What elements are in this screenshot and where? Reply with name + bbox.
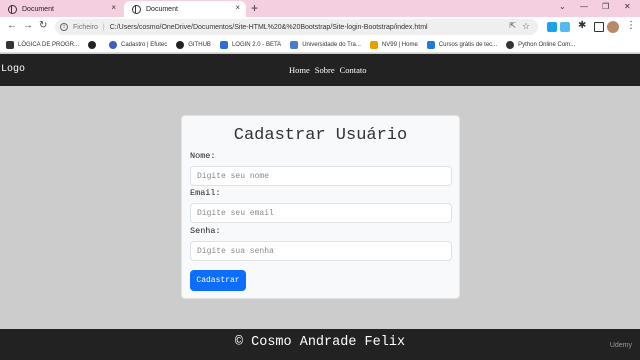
new-tab-button[interactable]: + xyxy=(251,1,258,15)
github-icon xyxy=(176,40,185,49)
close-tab-icon[interactable]: × xyxy=(111,3,116,12)
nav-link-sobre[interactable]: Sobre xyxy=(315,65,335,75)
bookmark-label: Cadastro | Efutec xyxy=(121,41,168,48)
password-input[interactable] xyxy=(190,241,452,261)
bookmark-label: NV99 | Home xyxy=(381,41,418,48)
reload-icon[interactable]: ↻ xyxy=(39,20,47,31)
site-footer: © Cosmo Andrade Felix Udemy xyxy=(0,329,640,360)
address-bar[interactable]: i Ficheiro | C:/Users/cosmo/OneDrive/Doc… xyxy=(55,19,538,35)
extension-tile-icon[interactable] xyxy=(560,22,570,32)
bookmark-item[interactable] xyxy=(88,40,100,49)
github-globe-icon xyxy=(88,40,97,49)
blue-circle-icon xyxy=(109,40,118,49)
bookmark-item[interactable]: Universidade do Tra... xyxy=(290,40,361,49)
close-tab-icon[interactable]: × xyxy=(235,3,240,12)
nav-link-home[interactable]: Home xyxy=(289,65,310,75)
leaf-icon xyxy=(426,40,435,49)
browser-toolbar: ← → ↻ i Ficheiro | C:/Users/cosmo/OneDri… xyxy=(0,17,640,37)
browser-tab-1[interactable]: Document × xyxy=(0,1,122,17)
bookmark-item[interactable]: Python Online Com... xyxy=(506,40,576,49)
bookmark-label: Python Online Com... xyxy=(518,41,576,48)
university-icon xyxy=(290,40,299,49)
scheme-label: Ficheiro xyxy=(73,23,98,31)
forward-arrow-icon[interactable]: → xyxy=(23,20,33,31)
udemy-watermark: Udemy xyxy=(609,342,632,349)
form-title: Cadastrar Usuário xyxy=(233,126,408,145)
grid-icon xyxy=(219,40,228,49)
python-icon xyxy=(506,40,515,49)
tab-title: Document xyxy=(146,5,178,13)
bookmark-star-icon[interactable]: ☆ xyxy=(522,21,530,32)
site-navbar: Logo Home Sobre Contato xyxy=(0,54,640,86)
tab-title: Document xyxy=(22,5,54,13)
dark-square-icon xyxy=(6,40,14,49)
email-label: Email: xyxy=(190,188,221,198)
register-button[interactable]: Cadastrar xyxy=(190,270,246,291)
bookmark-label: GITHUB xyxy=(188,41,211,48)
password-label: Senha: xyxy=(190,226,221,236)
bookmark-label: LÓGICA DE PROGR... xyxy=(18,41,80,48)
bookmark-label: LOGIN 2.0 - BETA xyxy=(231,41,282,48)
globe-icon xyxy=(132,4,141,14)
globe-icon xyxy=(8,4,17,14)
back-arrow-icon[interactable]: ← xyxy=(7,20,17,31)
extension-s-icon[interactable] xyxy=(547,22,557,32)
restore-window-icon[interactable]: ❐ xyxy=(602,2,609,11)
close-window-icon[interactable]: ✕ xyxy=(624,2,631,11)
bookmark-label: Universidade do Tra... xyxy=(302,41,361,48)
site-nav-links: Home Sobre Contato xyxy=(289,65,367,75)
bookmark-item[interactable]: GITHUB xyxy=(176,40,211,49)
bookmark-item[interactable]: Cursos grátis de tec... xyxy=(426,40,498,49)
email-input[interactable] xyxy=(190,203,452,223)
profile-avatar[interactable] xyxy=(607,21,619,33)
nav-link-contato[interactable]: Contato xyxy=(340,65,367,75)
bookmark-item[interactable]: Cadastro | Efutec xyxy=(109,40,168,49)
browser-menu-icon[interactable]: ⋮ xyxy=(626,20,636,31)
nv99-icon xyxy=(369,40,378,49)
footer-copyright: © Cosmo Andrade Felix xyxy=(234,335,406,350)
share-icon[interactable]: ⇱ xyxy=(509,21,516,30)
register-card: Cadastrar Usuário Nome: Email: Senha: Ca… xyxy=(181,115,460,299)
bookmarks-bar: LÓGICA DE PROGR... Cadastro | Efutec GITHU… xyxy=(0,37,640,53)
url-text[interactable]: C:/Users/cosmo/OneDrive/Documentos/Site-… xyxy=(110,24,428,31)
name-label: Nome: xyxy=(190,151,216,161)
side-panel-icon[interactable] xyxy=(594,22,604,32)
bookmark-item[interactable]: NV99 | Home xyxy=(369,40,418,49)
address-separator: | xyxy=(102,23,105,31)
minimize-window-icon[interactable]: — xyxy=(580,2,588,11)
site-logo[interactable]: Logo xyxy=(1,64,25,75)
bookmark-item[interactable]: LÓGICA DE PROGR... xyxy=(6,40,80,49)
name-input[interactable] xyxy=(190,166,452,186)
browser-tab-2-active[interactable]: Document × xyxy=(124,1,246,17)
tab-search-icon[interactable]: ⌄ xyxy=(559,2,566,11)
bookmark-label: Cursos grátis de tec... xyxy=(438,41,498,48)
site-info-icon[interactable]: i xyxy=(60,23,68,31)
browser-tabstrip: Document × Document × + ⌄ — ❐ ✕ xyxy=(0,0,640,17)
bookmark-item[interactable]: LOGIN 2.0 - BETA xyxy=(219,40,282,49)
extensions-puzzle-icon[interactable]: ✱ xyxy=(578,20,586,31)
